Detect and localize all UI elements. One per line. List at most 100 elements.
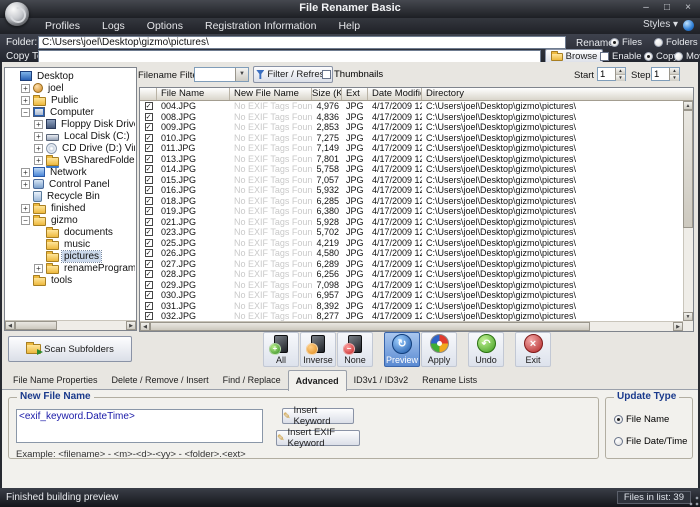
scroll-down-icon[interactable]: ▼ bbox=[683, 312, 693, 321]
row-checkbox[interactable]: ✓ bbox=[145, 102, 153, 110]
tree-item-control-panel[interactable]: +Control Panel bbox=[6, 178, 135, 190]
step-input[interactable] bbox=[652, 68, 669, 80]
tree-item-joel[interactable]: +joel bbox=[6, 82, 135, 94]
tree-item-finished[interactable]: +finished bbox=[6, 202, 135, 214]
table-horizontal-scrollbar[interactable]: ◀ ▶ bbox=[140, 321, 683, 331]
column-header-size-kb[interactable]: Size (KB) bbox=[312, 88, 342, 100]
resize-grip[interactable] bbox=[689, 496, 699, 506]
table-row[interactable]: ✓029.JPGNo EXIF Tags Found7,098JPG4/17/2… bbox=[140, 280, 683, 291]
scroll-right-icon[interactable]: ▶ bbox=[126, 321, 136, 330]
tree-item-music[interactable]: music bbox=[6, 238, 135, 250]
collapse-icon[interactable]: − bbox=[21, 216, 30, 225]
enable-checkbox[interactable] bbox=[600, 52, 609, 61]
table-row[interactable]: ✓032.JPGNo EXIF Tags Found8,277JPG4/17/2… bbox=[140, 311, 683, 321]
table-row[interactable]: ✓013.JPGNo EXIF Tags Found7,801JPG4/17/2… bbox=[140, 154, 683, 165]
tree-item-local-disk-c[interactable]: +Local Disk (C:) bbox=[6, 130, 135, 142]
table-row[interactable]: ✓031.JPGNo EXIF Tags Found8,392JPG4/17/2… bbox=[140, 301, 683, 312]
tree-horizontal-scrollbar[interactable]: ◀ ▶ bbox=[5, 320, 136, 330]
styles-menu[interactable]: Styles ▾ bbox=[643, 19, 678, 30]
exit-button[interactable]: ×Exit bbox=[515, 332, 551, 367]
row-checkbox[interactable]: ✓ bbox=[145, 176, 153, 184]
table-row[interactable]: ✓008.JPGNo EXIF Tags Found4,836JPG4/17/2… bbox=[140, 112, 683, 123]
tab-id3v1-id3v2[interactable]: ID3v1 / ID3v2 bbox=[347, 371, 416, 390]
tree-item-computer[interactable]: −Computer bbox=[6, 106, 135, 118]
update-type-file-name-option[interactable]: File Name bbox=[614, 414, 669, 425]
menu-item-logs[interactable]: Logs bbox=[91, 18, 136, 34]
expand-icon[interactable]: + bbox=[34, 156, 43, 165]
tree-item-recycle-bin[interactable]: Recycle Bin bbox=[6, 190, 135, 202]
filename-filter-combo[interactable]: ▼ bbox=[194, 67, 249, 82]
styles-globe-icon[interactable] bbox=[683, 20, 694, 31]
scroll-left-icon[interactable]: ◀ bbox=[5, 321, 15, 330]
folder-path-input[interactable] bbox=[38, 36, 566, 49]
expand-icon[interactable]: + bbox=[21, 168, 30, 177]
move-option[interactable]: Move bbox=[674, 51, 700, 62]
row-checkbox[interactable]: ✓ bbox=[145, 291, 153, 299]
maximize-button[interactable]: □ bbox=[661, 2, 673, 14]
all-button[interactable]: All bbox=[263, 332, 299, 367]
tree-item-floppy-disk-drive-a[interactable]: +Floppy Disk Drive (A:) bbox=[6, 118, 135, 130]
tree-item-documents[interactable]: documents bbox=[6, 226, 135, 238]
row-checkbox[interactable]: ✓ bbox=[145, 239, 153, 247]
none-button[interactable]: None bbox=[337, 332, 373, 367]
table-vscroll-thumb[interactable] bbox=[683, 110, 693, 228]
expand-icon[interactable]: + bbox=[34, 144, 43, 153]
row-checkbox[interactable]: ✓ bbox=[145, 312, 153, 320]
start-spin-down-icon[interactable]: ▼ bbox=[616, 75, 625, 81]
combo-dropdown-icon[interactable]: ▼ bbox=[235, 68, 248, 81]
update-type-file-date-option[interactable]: File Date/Time bbox=[614, 436, 687, 447]
table-row[interactable]: ✓018.JPGNo EXIF Tags Found6,285JPG4/17/2… bbox=[140, 196, 683, 207]
tree-item-gizmo[interactable]: −gizmo bbox=[6, 214, 135, 226]
rename-files-option[interactable]: Files bbox=[610, 37, 642, 48]
undo-button[interactable]: ↶Undo bbox=[468, 332, 504, 367]
file-name-radio[interactable] bbox=[614, 415, 623, 424]
table-row[interactable]: ✓019.JPGNo EXIF Tags Found6,380JPG4/17/2… bbox=[140, 206, 683, 217]
enable-option[interactable]: Enable bbox=[600, 51, 642, 62]
step-spin-up-icon[interactable]: ▲ bbox=[670, 68, 679, 75]
select-column-header[interactable] bbox=[140, 88, 157, 100]
tree-item-tools[interactable]: tools bbox=[6, 274, 135, 286]
menu-item-profiles[interactable]: Profiles bbox=[34, 18, 91, 34]
preview-button[interactable]: ↻Preview bbox=[384, 332, 420, 367]
thumbnails-checkbox[interactable] bbox=[322, 70, 331, 79]
close-button[interactable]: × bbox=[682, 2, 694, 14]
expand-icon[interactable]: + bbox=[21, 96, 30, 105]
table-row[interactable]: ✓025.JPGNo EXIF Tags Found4,219JPG4/17/2… bbox=[140, 238, 683, 249]
files-radio[interactable] bbox=[610, 38, 619, 47]
insert-exif-keyword-button[interactable]: ✎ Insert EXIF Keyword bbox=[276, 430, 360, 446]
table-row[interactable]: ✓004.JPGNo EXIF Tags Found4,976JPG4/17/2… bbox=[140, 101, 683, 112]
start-spin-up-icon[interactable]: ▲ bbox=[616, 68, 625, 75]
tree-item-vbsharedfolder-vboxsvr-z[interactable]: +VBSharedFolder (\\vboxsvr) (Z bbox=[6, 154, 135, 166]
collapse-icon[interactable]: − bbox=[21, 108, 30, 117]
scroll-up-icon[interactable]: ▲ bbox=[683, 101, 693, 110]
tab-find-replace[interactable]: Find / Replace bbox=[216, 371, 288, 390]
expand-icon[interactable]: + bbox=[21, 84, 30, 93]
row-checkbox[interactable]: ✓ bbox=[145, 155, 153, 163]
table-row[interactable]: ✓010.JPGNo EXIF Tags Found7,275JPG4/17/2… bbox=[140, 133, 683, 144]
table-row[interactable]: ✓027.JPGNo EXIF Tags Found6,289JPG4/17/2… bbox=[140, 259, 683, 270]
menu-item-registration-information[interactable]: Registration Information bbox=[194, 18, 327, 34]
start-spinner[interactable]: ▲▼ bbox=[597, 67, 626, 81]
row-checkbox[interactable]: ✓ bbox=[145, 207, 153, 215]
column-header-ext[interactable]: Ext bbox=[342, 88, 368, 100]
insert-keyword-button[interactable]: ✎ Insert Keyword bbox=[282, 408, 354, 424]
column-header-directory[interactable]: Directory bbox=[422, 88, 693, 100]
expand-icon[interactable]: + bbox=[21, 204, 30, 213]
column-header-date-modified[interactable]: Date Modified bbox=[368, 88, 422, 100]
step-spinner[interactable]: ▲▼ bbox=[651, 67, 680, 81]
table-row[interactable]: ✓028.JPGNo EXIF Tags Found6,256JPG4/17/2… bbox=[140, 269, 683, 280]
tab-advanced[interactable]: Advanced bbox=[288, 370, 347, 391]
expand-icon[interactable]: + bbox=[34, 132, 43, 141]
file-date-time-radio[interactable] bbox=[614, 437, 623, 446]
row-checkbox[interactable]: ✓ bbox=[145, 302, 153, 310]
scroll-right-icon[interactable]: ▶ bbox=[673, 322, 683, 331]
filter-refresh-button[interactable]: Filter / Refresh bbox=[253, 66, 333, 83]
table-row[interactable]: ✓021.JPGNo EXIF Tags Found5,928JPG4/17/2… bbox=[140, 217, 683, 228]
row-checkbox[interactable]: ✓ bbox=[145, 260, 153, 268]
tab-delete-remove-insert[interactable]: Delete / Remove / Insert bbox=[105, 371, 216, 390]
tab-rename-lists[interactable]: Rename Lists bbox=[415, 371, 484, 390]
row-checkbox[interactable]: ✓ bbox=[145, 281, 153, 289]
row-checkbox[interactable]: ✓ bbox=[145, 144, 153, 152]
minimize-button[interactable]: – bbox=[640, 2, 652, 14]
tree-item-pictures[interactable]: pictures bbox=[6, 250, 135, 262]
